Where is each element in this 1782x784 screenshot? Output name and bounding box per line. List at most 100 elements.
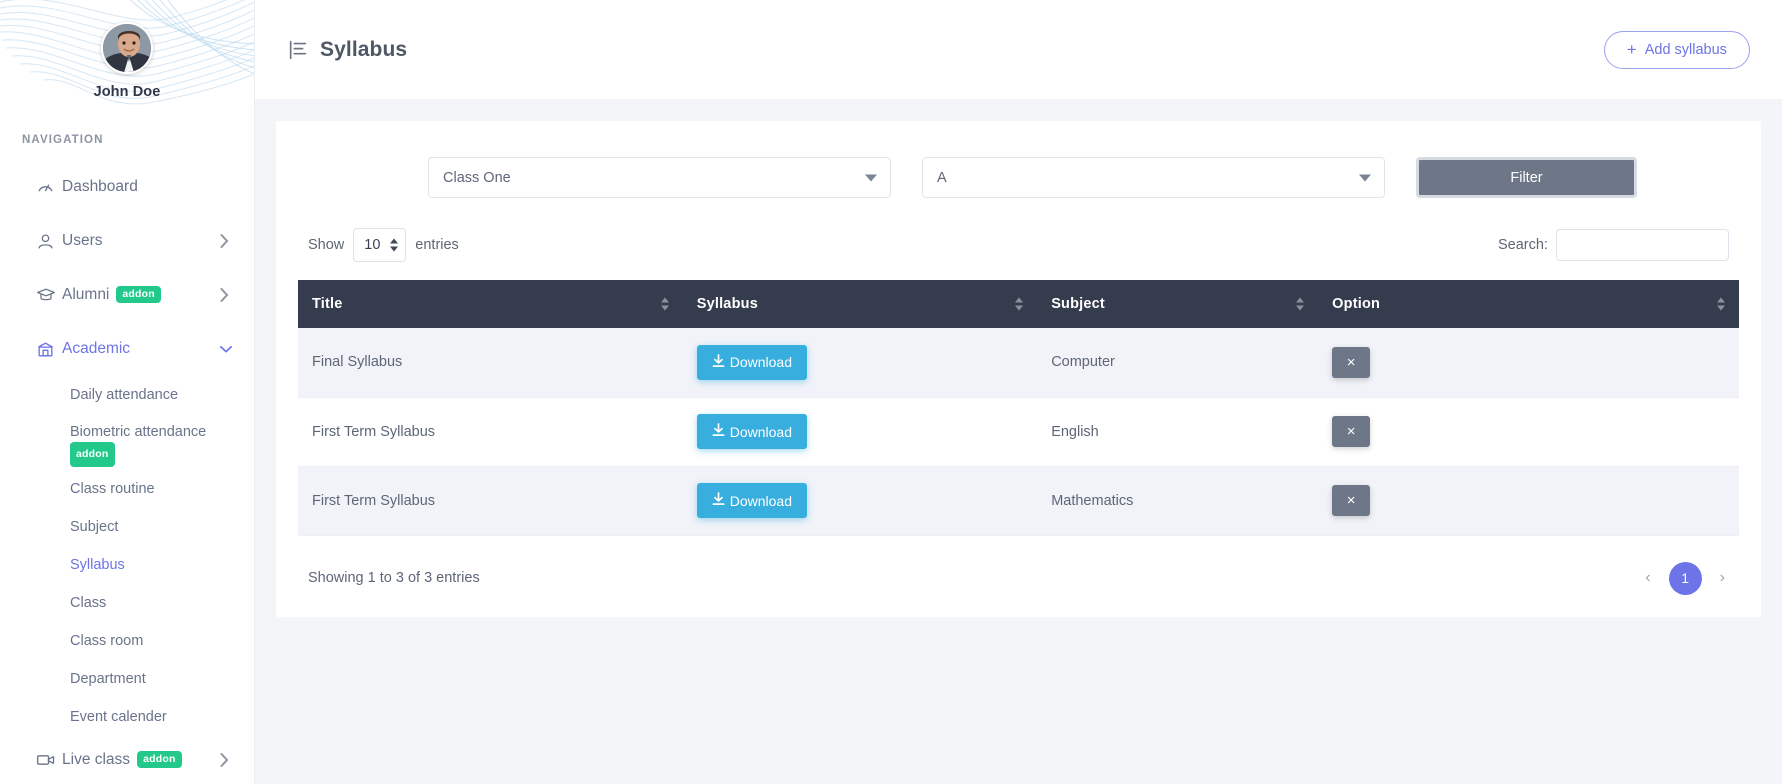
table-row: First Term Syllabus Download	[298, 466, 1739, 535]
table-body: Final Syllabus Download	[298, 328, 1739, 535]
user-icon	[36, 232, 62, 251]
table-tools: Show 10 entries Search:	[308, 228, 1729, 262]
class-select-wrap: Class One	[428, 157, 891, 198]
sidebar-subitem-class[interactable]: Class	[0, 584, 254, 622]
sidebar-subitem-event-calender[interactable]: Event calender	[0, 698, 254, 736]
table-row: Final Syllabus Download	[298, 328, 1739, 397]
download-button[interactable]: Download	[697, 345, 807, 380]
table-footer: Showing 1 to 3 of 3 entries ‹ 1 ›	[308, 562, 1729, 595]
pagination-page-1[interactable]: 1	[1669, 562, 1702, 595]
sort-icon	[1296, 298, 1304, 311]
table-head: Title Syllabus Subject	[298, 280, 1739, 328]
cell-subject: Computer	[1037, 328, 1318, 397]
graduation-cap-icon	[36, 285, 62, 305]
sidebar-item-label: Alumni	[62, 286, 109, 303]
video-camera-icon	[36, 750, 62, 770]
column-header-subject[interactable]: Subject	[1037, 280, 1318, 328]
download-label: Download	[730, 493, 792, 509]
column-header-option[interactable]: Option	[1318, 280, 1739, 328]
addon-badge: addon	[70, 442, 115, 467]
download-label: Download	[730, 424, 792, 440]
column-header-title[interactable]: Title	[298, 280, 683, 328]
delete-button[interactable]: ×	[1332, 416, 1370, 447]
pagination-prev-icon[interactable]: ‹	[1641, 569, 1654, 587]
main-content: Syllabus + Add syllabus Class One	[255, 0, 1782, 784]
sidebar-subitem-syllabus[interactable]: Syllabus	[0, 546, 254, 584]
sidebar-subitem-label: Syllabus	[70, 557, 125, 573]
academic-submenu: Daily attendance Biometric attendance ad…	[0, 376, 254, 736]
add-syllabus-button[interactable]: + Add syllabus	[1604, 31, 1750, 69]
close-icon: ×	[1347, 423, 1356, 440]
delete-button[interactable]: ×	[1332, 347, 1370, 378]
cell-option: ×	[1318, 397, 1739, 466]
entries-select[interactable]: 10	[353, 228, 406, 262]
sidebar-item-label: Dashboard	[62, 178, 232, 196]
filter-button[interactable]: Filter	[1416, 157, 1637, 198]
sidebar-profile: John Doe	[0, 0, 254, 100]
sidebar-subitem-subject[interactable]: Subject	[0, 508, 254, 546]
pagination-next-icon[interactable]: ›	[1716, 569, 1729, 587]
section-select[interactable]: A	[922, 157, 1385, 198]
syllabus-card: Class One A Filter Show	[276, 121, 1761, 617]
entries-label: entries	[415, 237, 459, 253]
cell-subject: English	[1037, 397, 1318, 466]
pagination: ‹ 1 ›	[1641, 562, 1729, 595]
profile-name: John Doe	[0, 84, 254, 100]
page-title-group: Syllabus	[287, 38, 407, 62]
sidebar-subitem-daily-attendance[interactable]: Daily attendance	[0, 376, 254, 414]
sidebar-subitem-class-room[interactable]: Class room	[0, 622, 254, 660]
table-header-row: Title Syllabus Subject	[298, 280, 1739, 328]
cell-title: First Term Syllabus	[298, 466, 683, 535]
show-entries-group: Show 10 entries	[308, 228, 459, 262]
sidebar-subitem-label: Daily attendance	[70, 387, 178, 403]
speedometer-icon	[36, 178, 62, 197]
sort-icon	[1717, 298, 1725, 311]
sidebar-subitem-department[interactable]: Department	[0, 660, 254, 698]
page-title: Syllabus	[320, 38, 407, 62]
entries-select-wrap: 10	[353, 228, 406, 262]
download-button[interactable]: Download	[697, 483, 807, 518]
chevron-right-icon	[220, 753, 232, 767]
page-header: Syllabus + Add syllabus	[255, 0, 1782, 99]
class-select[interactable]: Class One	[428, 157, 891, 198]
close-icon: ×	[1347, 492, 1356, 509]
sidebar-item-live-class[interactable]: Live classaddon	[0, 736, 254, 784]
sidebar: John Doe NAVIGATION Dashboard Users	[0, 0, 255, 784]
column-header-syllabus[interactable]: Syllabus	[683, 280, 1037, 328]
sidebar-item-users[interactable]: Users	[0, 214, 254, 268]
download-button[interactable]: Download	[697, 414, 807, 449]
add-syllabus-label: Add syllabus	[1645, 42, 1727, 58]
nav-list: Dashboard Users	[0, 160, 254, 784]
app-root: John Doe NAVIGATION Dashboard Users	[0, 0, 1782, 784]
sort-icon	[661, 298, 669, 311]
filter-row: Class One A Filter	[298, 149, 1739, 198]
search-input[interactable]	[1556, 229, 1729, 261]
sidebar-item-label: Live class	[62, 751, 130, 768]
sidebar-subitem-label: Class room	[70, 633, 143, 649]
search-group: Search:	[1498, 229, 1729, 261]
addon-badge: addon	[116, 286, 161, 303]
syllabus-list-icon	[287, 39, 309, 61]
avatar[interactable]	[101, 22, 153, 74]
delete-button[interactable]: ×	[1332, 485, 1370, 516]
sidebar-subitem-label: Class	[70, 595, 106, 611]
school-building-icon	[36, 340, 62, 359]
cell-option: ×	[1318, 328, 1739, 397]
sort-icon	[1015, 298, 1023, 311]
sidebar-item-dashboard[interactable]: Dashboard	[0, 160, 254, 214]
search-label: Search:	[1498, 237, 1548, 253]
cell-syllabus: Download	[683, 397, 1037, 466]
syllabus-table: Title Syllabus Subject	[298, 280, 1739, 536]
download-icon	[712, 354, 725, 371]
sidebar-item-alumni[interactable]: Alumni addon	[0, 268, 254, 322]
cell-title: Final Syllabus	[298, 328, 683, 397]
chevron-down-icon	[220, 345, 232, 354]
sidebar-subitem-biometric-attendance[interactable]: Biometric attendance addon	[0, 414, 254, 470]
close-icon: ×	[1347, 354, 1356, 371]
sidebar-item-academic[interactable]: Academic	[0, 322, 254, 376]
cell-title: First Term Syllabus	[298, 397, 683, 466]
sidebar-subitem-label: Class routine	[70, 481, 155, 497]
sidebar-subitem-class-routine[interactable]: Class routine	[0, 470, 254, 508]
download-label: Download	[730, 354, 792, 370]
sidebar-subitem-label: Biometric attendance	[70, 422, 232, 442]
